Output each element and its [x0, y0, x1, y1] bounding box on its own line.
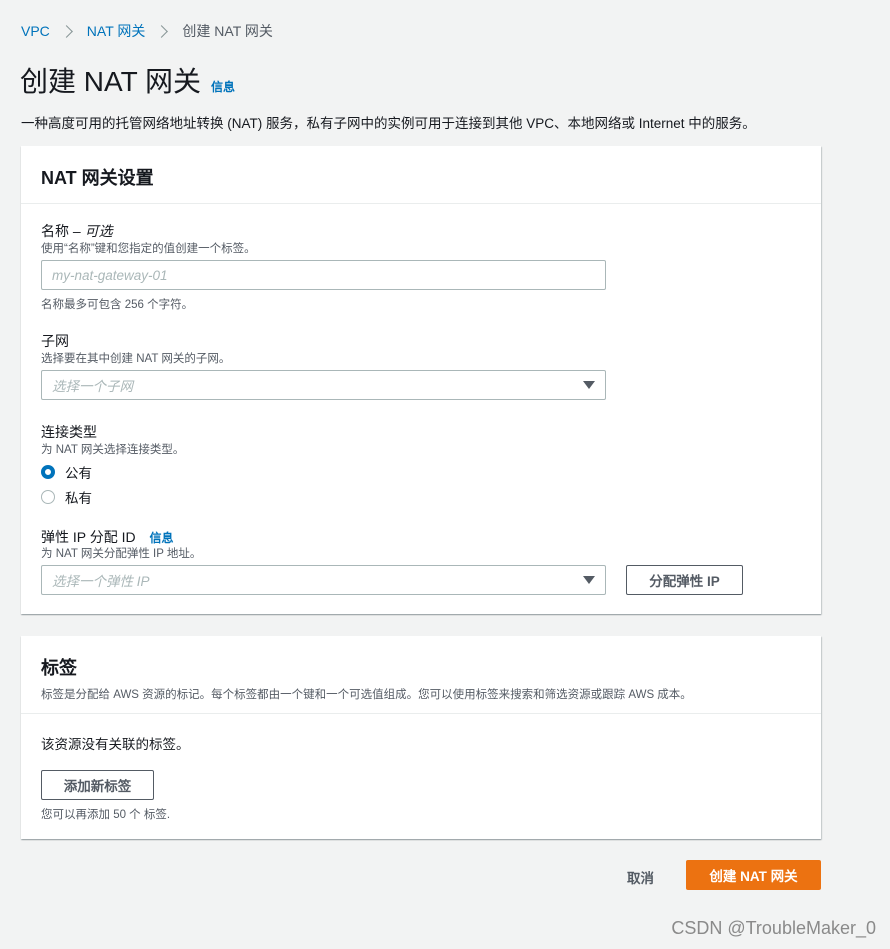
connectivity-option-public-label: 公有: [65, 466, 92, 481]
page-description: 一种高度可用的托管网络地址转换 (NAT) 服务，私有子网中的实例可用于连接到其…: [21, 116, 756, 131]
page-info-link[interactable]: 信息: [211, 78, 235, 95]
tags-header: 标签 标签是分配给 AWS 资源的标记。每个标签都由一个键和一个可选值组成。您可…: [21, 636, 821, 714]
caret-down-icon: [583, 576, 595, 584]
subnet-description: 选择要在其中创建 NAT 网关的子网。: [41, 353, 231, 365]
connectivity-description: 为 NAT 网关选择连接类型。: [41, 444, 185, 456]
cancel-button[interactable]: 取消: [627, 867, 654, 887]
eip-info-link[interactable]: 信息: [150, 531, 174, 545]
subnet-select[interactable]: 选择一个子网: [41, 370, 606, 400]
name-optional-label: 可选: [84, 223, 113, 239]
breadcrumb-vpc-link[interactable]: VPC: [21, 23, 50, 39]
nat-settings-title: NAT 网关设置: [41, 168, 154, 188]
tags-panel: 标签 标签是分配给 AWS 资源的标记。每个标签都由一个键和一个可选值组成。您可…: [21, 636, 821, 839]
name-label: 名称 – 可选: [41, 221, 113, 241]
subnet-label: 子网: [41, 333, 69, 349]
eip-label-text: 弹性 IP 分配 ID: [41, 529, 136, 545]
create-nat-gateway-button[interactable]: 创建 NAT 网关: [686, 860, 821, 890]
eip-label: 弹性 IP 分配 ID 信息: [41, 527, 174, 547]
name-description: 使用“名称”键和您指定的值创建一个标签。: [41, 243, 256, 255]
breadcrumb: VPC NAT 网关 创建 NAT 网关: [21, 21, 273, 41]
allocate-eip-button[interactable]: 分配弹性 IP: [626, 565, 743, 595]
chevron-right-icon: [59, 24, 73, 38]
watermark: CSDN @TroubleMaker_0: [671, 918, 876, 938]
breadcrumb-current: 创建 NAT 网关: [182, 23, 273, 39]
tags-empty-message: 该资源没有关联的标签。: [41, 737, 190, 752]
nat-settings-header: NAT 网关设置: [21, 146, 821, 204]
connectivity-label: 连接类型: [41, 424, 97, 440]
connectivity-option-private[interactable]: 私有: [41, 487, 92, 507]
name-input[interactable]: [41, 260, 606, 290]
tags-description: 标签是分配给 AWS 资源的标记。每个标签都由一个键和一个可选值组成。您可以使用…: [41, 689, 692, 701]
nat-settings-panel: NAT 网关设置 名称 – 可选 使用“名称”键和您指定的值创建一个标签。 名称…: [21, 146, 821, 614]
name-constraint: 名称最多可包含 256 个字符。: [41, 299, 194, 311]
subnet-select-placeholder: 选择一个子网: [52, 379, 133, 394]
connectivity-option-private-label: 私有: [65, 491, 92, 506]
breadcrumb-nat-gateways-link[interactable]: NAT 网关: [87, 21, 146, 41]
connectivity-option-public[interactable]: 公有: [41, 462, 92, 482]
eip-select[interactable]: 选择一个弹性 IP: [41, 565, 606, 595]
page-header: 创建 NAT 网关 信息: [20, 60, 235, 100]
add-tag-button[interactable]: 添加新标签: [41, 770, 154, 800]
eip-select-placeholder: 选择一个弹性 IP: [52, 574, 150, 589]
caret-down-icon: [583, 381, 595, 389]
radio-unchecked-icon[interactable]: [41, 490, 55, 504]
chevron-right-icon: [155, 24, 169, 38]
radio-checked-icon[interactable]: [41, 465, 55, 479]
eip-description: 为 NAT 网关分配弹性 IP 地址。: [41, 548, 202, 560]
page-title: 创建 NAT 网关: [20, 66, 201, 97]
name-label-text: 名称 –: [41, 223, 85, 239]
tags-remaining: 您可以再添加 50 个 标签.: [41, 809, 171, 821]
tags-title: 标签: [41, 658, 77, 678]
